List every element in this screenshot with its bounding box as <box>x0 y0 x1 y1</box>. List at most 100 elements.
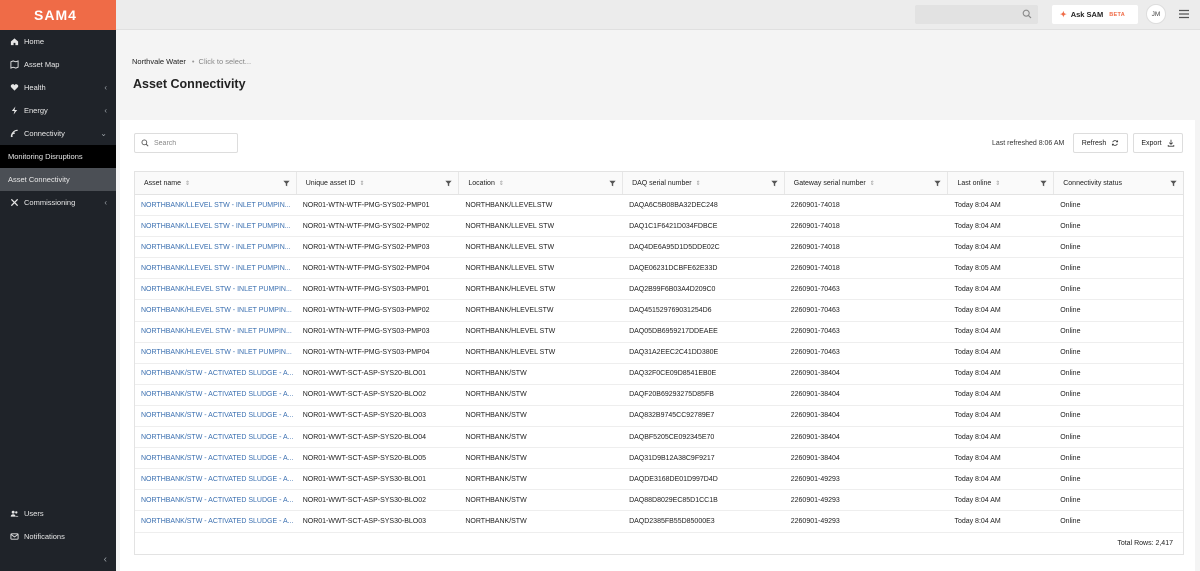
table-card: Last refreshed 8:06 AM Refresh Export As… <box>120 120 1195 571</box>
cell-connectivity-status: Online <box>1060 391 1081 399</box>
cell-gateway-serial: 2260901-38404 <box>790 454 840 462</box>
sidebar-item-connectivity[interactable]: Connectivity ⌄ <box>0 122 116 145</box>
refresh-button[interactable]: Refresh <box>1073 133 1128 153</box>
search-input[interactable] <box>154 139 234 147</box>
sidebar-item-asset-map[interactable]: Asset Map <box>0 53 116 76</box>
cell-connectivity-status: Online <box>1060 517 1081 525</box>
sparkle-icon: ✦ <box>1060 10 1067 19</box>
cell-asset-name[interactable]: NORTHBANK/LLEVEL STW - INLET PUMPIN... <box>135 216 297 236</box>
column-header-connectivity-status[interactable]: Connectivity status <box>1054 172 1183 194</box>
cell-asset-name[interactable]: NORTHBANK/STW - ACTIVATED SLUDGE - A... <box>135 406 297 426</box>
column-header-label: Connectivity status <box>1063 179 1122 187</box>
cell-unique-asset-id: NOR01-WWT-SCT-ASP-SYS30-BLO01 <box>302 475 426 483</box>
cell-connectivity-status: Online <box>1060 475 1081 483</box>
search-icon <box>1022 9 1032 19</box>
table-row[interactable]: NORTHBANK/HLEVEL STW - INLET PUMPIN... NO… <box>135 343 1183 364</box>
table-row[interactable]: NORTHBANK/HLEVEL STW - INLET PUMPIN... NO… <box>135 279 1183 301</box>
sort-icon[interactable]: ⇕ <box>995 180 1000 187</box>
table-row[interactable]: NORTHBANK/HLEVEL STW - INLET PUMPIN... NO… <box>135 300 1183 322</box>
filter-icon[interactable] <box>1040 180 1047 187</box>
sidebar-item-users[interactable]: Users <box>0 502 116 525</box>
cell-asset-name[interactable]: NORTHBANK/STW - ACTIVATED SLUDGE - A... <box>135 385 297 405</box>
table-row[interactable]: NORTHBANK/STW - ACTIVATED SLUDGE - A... N… <box>135 406 1183 428</box>
cell-daq-serial: DAQF20B69293275D85FB <box>629 391 714 399</box>
sort-icon[interactable]: ⇕ <box>696 180 701 187</box>
table-row[interactable]: NORTHBANK/LLEVEL STW - INLET PUMPIN... NO… <box>135 195 1183 217</box>
menu-icon[interactable] <box>1178 9 1190 19</box>
sidebar-item-notifications[interactable]: Notifications <box>0 525 116 548</box>
column-header-daq-serial[interactable]: DAQ serial number ⇕ <box>623 172 785 194</box>
cell-asset-name[interactable]: NORTHBANK/HLEVEL STW - INLET PUMPIN... <box>135 300 297 320</box>
cell-location: NORTHBANK/HLEVEL STW <box>465 285 556 293</box>
table-row[interactable]: NORTHBANK/STW - ACTIVATED SLUDGE - A... N… <box>135 385 1183 406</box>
table-row[interactable]: NORTHBANK/STW - ACTIVATED SLUDGE - A... N… <box>135 490 1183 512</box>
cell-location: NORTHBANK/HLEVEL STW <box>465 349 556 357</box>
table-search[interactable] <box>134 133 238 153</box>
table-row[interactable]: NORTHBANK/STW - ACTIVATED SLUDGE - A... N… <box>135 448 1183 470</box>
table-row[interactable]: NORTHBANK/LLEVEL STW - INLET PUMPIN... NO… <box>135 216 1183 238</box>
cell-asset-name[interactable]: NORTHBANK/LLEVEL STW - INLET PUMPIN... <box>135 195 297 215</box>
column-header-unique-asset-id[interactable]: Unique asset ID ⇕ <box>297 172 460 194</box>
avatar[interactable]: JM <box>1146 4 1166 24</box>
sort-icon[interactable]: ⇕ <box>499 180 504 187</box>
asset-connectivity-table: Asset name ⇕ Unique asset ID ⇕ Location ⇕ DAQ … <box>134 171 1184 555</box>
bolt-icon <box>9 106 19 116</box>
table-row[interactable]: NORTHBANK/STW - ACTIVATED SLUDGE - A... N… <box>135 469 1183 491</box>
export-button[interactable]: Export <box>1133 133 1183 153</box>
cell-asset-name[interactable]: NORTHBANK/STW - ACTIVATED SLUDGE - A... <box>135 364 297 384</box>
cell-daq-serial: DAQ451529769031254D6 <box>629 307 712 315</box>
sidebar-item-label: Asset Connectivity <box>8 175 70 184</box>
export-label: Export <box>1141 139 1162 147</box>
sidebar-item-commissioning[interactable]: Commissioning ‹ <box>0 191 116 214</box>
app-logo[interactable]: SAM4 <box>0 0 116 30</box>
cell-location: NORTHBANK/STW <box>465 412 527 420</box>
breadcrumb-org[interactable]: Northvale Water <box>132 57 186 66</box>
filter-icon[interactable] <box>771 180 778 187</box>
ask-sam-button[interactable]: ✦ Ask SAM BETA <box>1052 5 1138 24</box>
cell-asset-name[interactable]: NORTHBANK/STW - ACTIVATED SLUDGE - A... <box>135 511 297 531</box>
filter-icon[interactable] <box>445 180 453 187</box>
filter-icon[interactable] <box>934 180 942 187</box>
table-row[interactable]: NORTHBANK/STW - ACTIVATED SLUDGE - A... N… <box>135 427 1183 449</box>
cell-asset-name[interactable]: NORTHBANK/STW - ACTIVATED SLUDGE - A... <box>135 427 297 447</box>
cell-connectivity-status: Online <box>1060 349 1081 357</box>
table-body: NORTHBANK/LLEVEL STW - INLET PUMPIN... NO… <box>135 195 1183 533</box>
global-search-input[interactable] <box>915 5 1038 24</box>
table-row[interactable]: NORTHBANK/LLEVEL STW - INLET PUMPIN... NO… <box>135 237 1183 259</box>
table-row[interactable]: NORTHBANK/STW - ACTIVATED SLUDGE - A... N… <box>135 511 1183 533</box>
sidebar-item-health[interactable]: Health ‹ <box>0 76 116 99</box>
sort-icon[interactable]: ⇕ <box>870 180 875 187</box>
cell-asset-name[interactable]: NORTHBANK/LLEVEL STW - INLET PUMPIN... <box>135 258 297 278</box>
sidebar-item-energy[interactable]: Energy ‹ <box>0 99 116 122</box>
cell-last-online: Today 8:04 AM <box>954 496 1001 504</box>
sidebar-item-monitoring-disruptions[interactable]: Monitoring Disruptions <box>0 145 116 168</box>
column-header-asset-name[interactable]: Asset name ⇕ <box>135 172 297 194</box>
column-header-label: DAQ serial number <box>632 179 692 187</box>
cell-asset-name[interactable]: NORTHBANK/STW - ACTIVATED SLUDGE - A... <box>135 490 297 510</box>
breadcrumb-select[interactable]: Click to select... <box>199 57 252 66</box>
cell-asset-name[interactable]: NORTHBANK/STW - ACTIVATED SLUDGE - A... <box>135 469 297 489</box>
filter-icon[interactable] <box>609 180 616 187</box>
cell-gateway-serial: 2260901-74018 <box>790 222 840 230</box>
sort-icon[interactable]: ⇕ <box>360 180 365 187</box>
cell-asset-name[interactable]: NORTHBANK/HLEVEL STW - INLET PUMPIN... <box>135 279 297 299</box>
cell-asset-name[interactable]: NORTHBANK/STW - ACTIVATED SLUDGE - A... <box>135 448 297 468</box>
sidebar-item-label: Notifications <box>24 532 65 541</box>
cell-connectivity-status: Online <box>1060 412 1081 420</box>
filter-icon[interactable] <box>283 180 290 187</box>
cell-asset-name[interactable]: NORTHBANK/HLEVEL STW - INLET PUMPIN... <box>135 322 297 342</box>
cell-asset-name[interactable]: NORTHBANK/LLEVEL STW - INLET PUMPIN... <box>135 237 297 257</box>
table-row[interactable]: NORTHBANK/HLEVEL STW - INLET PUMPIN... NO… <box>135 322 1183 343</box>
cell-asset-name[interactable]: NORTHBANK/HLEVEL STW - INLET PUMPIN... <box>135 343 297 363</box>
cell-last-online: Today 8:04 AM <box>954 391 1001 399</box>
sidebar-item-home[interactable]: Home <box>0 30 116 53</box>
table-row[interactable]: NORTHBANK/STW - ACTIVATED SLUDGE - A... N… <box>135 364 1183 385</box>
sidebar-item-asset-connectivity[interactable]: Asset Connectivity <box>0 168 116 191</box>
collapse-sidebar-button[interactable]: ‹ <box>0 548 116 571</box>
filter-icon[interactable] <box>1170 180 1177 187</box>
table-row[interactable]: NORTHBANK/LLEVEL STW - INLET PUMPIN... NO… <box>135 258 1183 280</box>
column-header-location[interactable]: Location ⇕ <box>459 172 624 194</box>
column-header-gateway-serial[interactable]: Gateway serial number ⇕ <box>785 172 949 194</box>
sort-icon[interactable]: ⇕ <box>185 180 190 187</box>
column-header-last-online[interactable]: Last online ⇕ <box>948 172 1055 194</box>
